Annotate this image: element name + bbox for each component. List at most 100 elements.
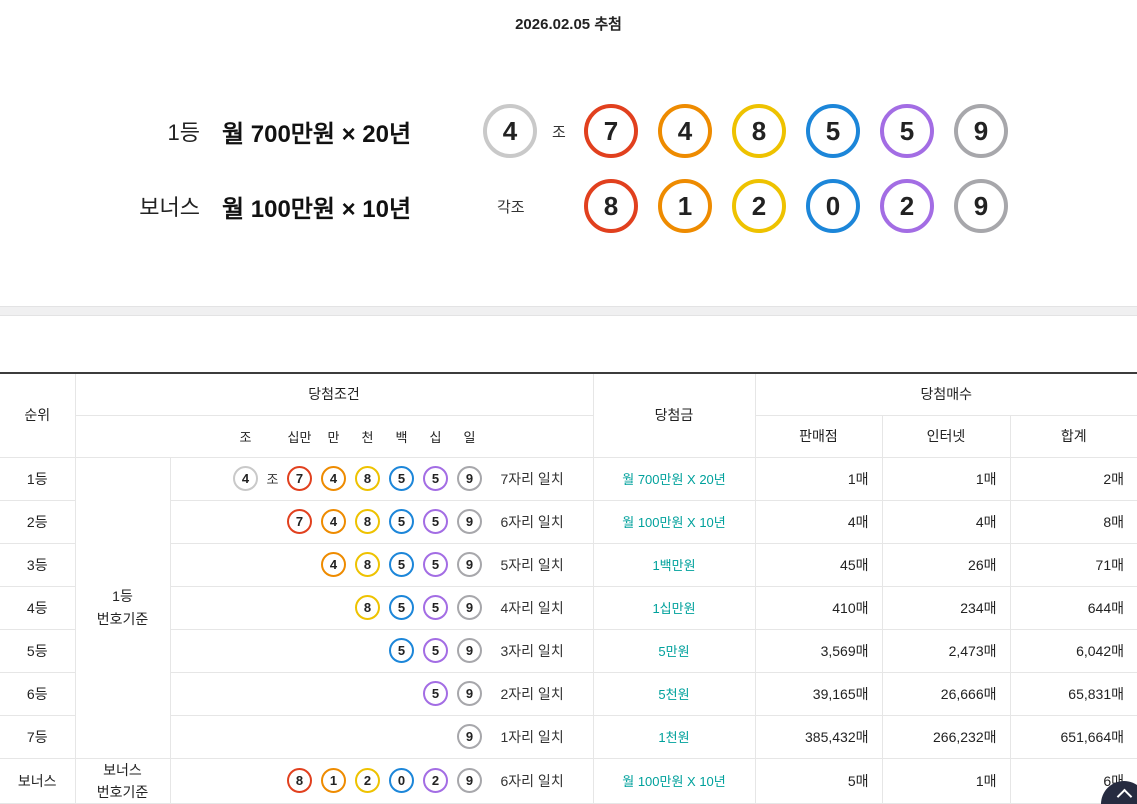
internet-count-cell: 26매 [881,542,1011,587]
condition-cell: 5 9 2자리 일치 [169,671,594,716]
total-count-cell: 65,831매 [1009,671,1137,716]
group-suffix-slot: 조 [266,472,279,487]
number-ball: 2 [423,768,448,794]
digit-ball-slot: 5 [419,509,453,534]
number-ball: 9 [457,681,482,706]
table-header-row-2: 조 십만 만 천 백 십 일 판매점 인터넷 합계 [0,414,1137,458]
store-count-cell: 45매 [754,542,883,587]
number-ball: 8 [355,509,380,534]
number-ball: 5 [389,638,414,663]
internet-count-cell: 4매 [881,499,1011,544]
internet-count-cell: 1매 [881,456,1011,501]
condition-cell: 4 8 5 5 9 5자리 일치 [169,542,594,587]
rank-cell: 7등 [0,714,76,759]
table-row: 3등 4 8 5 5 9 5자리 일치 1백만원 45매 26매 71매 [0,542,1137,587]
store-count-cell: 410매 [754,585,883,630]
first-rank-label: 1등 [167,120,200,145]
condition-cell: 5 5 9 3자리 일치 [169,628,594,673]
prize-table: 순위 당첨조건 당첨금 당첨매수 조 십만 만 천 백 십 일 판매점 인터넷 … [0,372,1137,804]
match-count-label: 6자리 일치 [500,772,564,789]
header-total: 합계 [1009,414,1137,458]
header-prize: 당첨금 [592,372,756,458]
rank-cell: 3등 [0,542,76,587]
digit-ball-slot: 9 [453,768,487,794]
number-ball: 2 [880,179,934,233]
rank-cell: 1등 [0,456,76,501]
header-winners: 당첨매수 [754,372,1137,416]
number-ball: 9 [457,509,482,534]
number-ball: 5 [423,509,448,534]
digit-ball-slot: 5 [385,552,419,577]
digit-ball-slot: 9 [453,638,487,663]
number-ball: 9 [457,724,482,749]
condition-cell: 9 1자리 일치 [169,714,594,759]
match-count-label: 5자리 일치 [500,556,564,573]
digit-ball-slot: 2 [351,768,385,794]
number-ball: 9 [457,768,482,794]
match-count-label: 1자리 일치 [500,728,564,745]
table-row: 7등 9 1자리 일치 1천원 385,432매 266,232매 651,664매 [0,714,1137,759]
number-ball: 5 [389,466,414,491]
group-suffix-label: 조 [552,123,566,141]
prize-amount-cell: 1백만원 [592,542,756,587]
number-ball: 7 [584,104,638,158]
number-ball: 9 [457,638,482,663]
header-internet: 인터넷 [881,414,1011,458]
header-store: 판매점 [754,414,883,458]
digit-ball-slot: 9 [453,466,487,491]
digit-ball-slot: 9 [453,595,487,620]
first-prize-row: 1등 월 700만원 × 20년 4 조 748559 [0,104,1137,158]
digit-ball-slot: 5 [419,466,453,491]
winning-numbers: 1등 월 700만원 × 20년 4 조 748559 보너스 월 100만원 … [0,104,1137,233]
internet-count-cell: 234매 [881,585,1011,630]
digit-ball-slot: 7 [283,466,317,491]
number-ball: 5 [806,104,860,158]
first-number-balls: 748559 [584,104,1008,158]
prize-amount-cell: 1천원 [592,714,756,759]
number-ball: 5 [423,638,448,663]
criteria-group-line2: 번호기준 [96,610,149,627]
table-row: 6등 5 9 2자리 일치 5천원 39,165매 26,666매 65,831매 [0,671,1137,716]
condition-cell: 8 1 2 0 2 9 6자리 일치 [169,757,594,804]
store-count-cell: 39,165매 [754,671,883,716]
digit-ball-slot: 8 [283,768,317,794]
header-condition: 당첨조건 [74,372,594,416]
digit-ball-slot: 4 [317,466,351,491]
number-ball: 5 [389,595,414,620]
digit-ball-slot: 5 [419,552,453,577]
number-ball: 8 [732,104,786,158]
digit-label-1k: 천 [361,429,374,445]
number-ball: 1 [321,768,346,794]
table-row: 1등 1등 번호기준 4 조 7 4 8 5 5 9 7자리 일치 월 700만원 X 20년 1매 1매 2… [0,456,1137,759]
number-ball: 5 [423,552,448,577]
bonus-number-balls: 812029 [584,179,1008,233]
digit-ball-slot: 5 [385,595,419,620]
match-count-label: 3자리 일치 [500,642,564,659]
internet-count-cell: 26,666매 [881,671,1011,716]
store-count-cell: 3,569매 [754,628,883,673]
digit-ball-slot: 4 [317,509,351,534]
number-ball: 5 [389,509,414,534]
digit-ball-slot: 9 [453,724,487,749]
match-count-label: 4자리 일치 [500,599,564,616]
number-ball: 8 [355,552,380,577]
bonus-rank-label: 보너스 [139,195,200,220]
bonus-prize-label: 월 100만원 × 10년 [222,195,412,223]
table-header-row-1: 순위 당첨조건 당첨금 당첨매수 [0,372,1137,458]
group-ball-slot: 4 [229,466,263,491]
total-count-cell: 71매 [1009,542,1137,587]
header-rank: 순위 [0,372,76,458]
draw-date: 2026.02.05 추첨 [515,16,622,33]
digit-ball-slot: 1 [317,768,351,794]
rank-cell: 5등 [0,628,76,673]
bonus-prize-row: 보너스 월 100만원 × 10년 각조 812029 [0,179,1137,233]
number-ball: 9 [457,552,482,577]
table-row: 4등 8 5 5 9 4자리 일치 1십만원 410매 234매 644매 [0,585,1137,630]
number-ball: 8 [355,466,380,491]
digit-ball-slot: 8 [351,509,385,534]
prize-table-section: 순위 당첨조건 당첨금 당첨매수 조 십만 만 천 백 십 일 판매점 인터넷 … [0,372,1137,804]
digit-ball-slot: 9 [453,552,487,577]
internet-count-cell: 266,232매 [881,714,1011,759]
prize-amount-cell: 월 100만원 X 10년 [592,499,756,544]
number-ball: 4 [658,104,712,158]
